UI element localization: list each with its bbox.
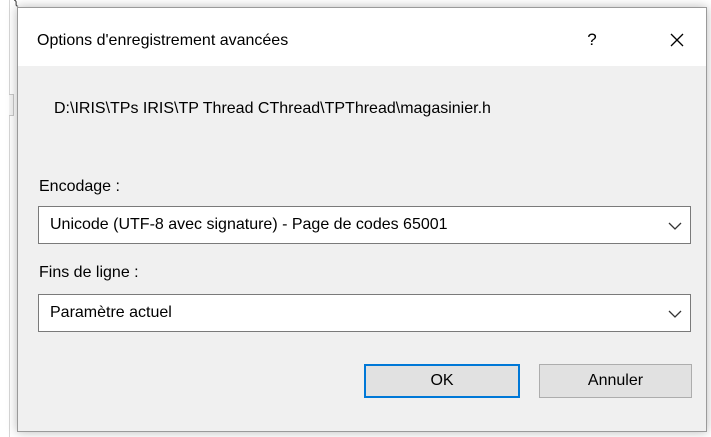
line-endings-value: Paramètre actuel <box>50 304 172 321</box>
line-endings-dropdown[interactable]: Paramètre actuel <box>38 294 691 332</box>
chevron-down-icon <box>668 222 682 230</box>
encoding-value: Unicode (UTF-8 avec signature) - Page de… <box>50 216 448 233</box>
editor-scroll-marker <box>9 94 14 116</box>
dialog-title: Options d'enregistrement avancées <box>37 32 289 49</box>
dialog-titlebar: Options d'enregistrement avancées ? <box>18 8 706 66</box>
editor-glyph: { <box>14 0 18 7</box>
file-path: D:\IRIS\TPs IRIS\TP Thread CThread\TPThr… <box>54 100 491 117</box>
close-icon <box>670 33 684 47</box>
help-button[interactable]: ? <box>570 22 614 58</box>
line-endings-label: Fins de ligne : <box>39 264 139 281</box>
cancel-button[interactable]: Annuler <box>539 364 692 398</box>
close-button[interactable] <box>654 22 700 58</box>
advanced-save-options-dialog: Options d'enregistrement avancées ? D:\I… <box>17 7 707 432</box>
encoding-label: Encodage : <box>39 178 120 195</box>
editor-margin-line <box>9 0 10 437</box>
encoding-dropdown[interactable]: Unicode (UTF-8 avec signature) - Page de… <box>38 206 691 244</box>
ok-button[interactable]: OK <box>364 364 520 398</box>
chevron-down-icon <box>668 310 682 318</box>
